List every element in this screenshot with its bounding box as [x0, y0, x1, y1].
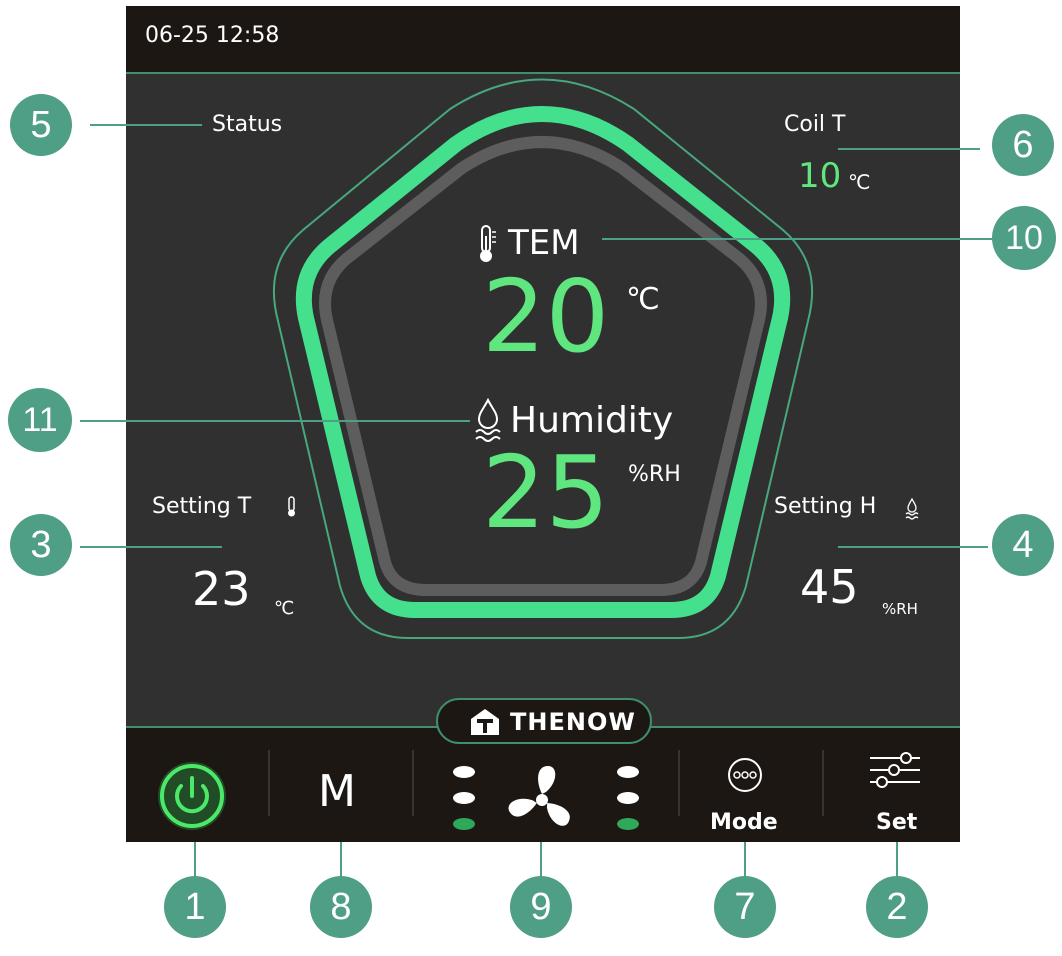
- callout-line-7: [744, 842, 746, 878]
- coil-temp-label: Coil T: [784, 112, 846, 137]
- callout-3: 3: [10, 514, 72, 576]
- humidity-small-icon: [905, 498, 919, 520]
- divider: [678, 750, 680, 816]
- callout-line-3: [80, 546, 222, 548]
- callout-9: 9: [510, 876, 572, 938]
- humidity-value: 25: [482, 434, 610, 551]
- coil-temp-value: 10: [798, 156, 842, 196]
- divider: [822, 750, 824, 816]
- temperature-unit: ℃: [626, 282, 660, 317]
- setting-humidity-value[interactable]: 45: [800, 560, 859, 614]
- device-screen: 06-25 12:58 Status Coil T 10 ℃ TEM 20 ℃ …: [126, 6, 960, 842]
- callout-4: 4: [992, 514, 1054, 576]
- callout-6: 6: [992, 114, 1054, 176]
- top-status-bar: 06-25 12:58: [126, 6, 960, 74]
- coil-temp-unit: ℃: [848, 170, 871, 194]
- status-label: Status: [212, 112, 283, 137]
- temperature-label: TEM: [508, 223, 580, 263]
- callout-1: 1: [164, 876, 226, 938]
- fan-speed-left-indicator: [453, 766, 475, 830]
- fan-speed-right-indicator: [617, 766, 639, 830]
- setting-temp-unit: ℃: [274, 598, 295, 619]
- brand-logo-icon: [471, 709, 499, 735]
- setting-temp-label: Setting T: [152, 494, 252, 519]
- callout-line-1: [194, 842, 196, 878]
- callout-line-8: [340, 842, 342, 878]
- callout-line-10: [602, 238, 1002, 240]
- divider: [412, 750, 414, 816]
- date-time: 06-25 12:58: [145, 23, 280, 48]
- power-button[interactable]: [152, 756, 232, 836]
- manual-mode-button[interactable]: M: [318, 766, 356, 817]
- fan-speed-control[interactable]: [442, 758, 652, 842]
- callout-line-4: [838, 546, 988, 548]
- brand-badge: THENOW: [436, 698, 652, 744]
- callout-5: 5: [10, 94, 72, 156]
- setting-humidity-unit: %RH: [882, 600, 918, 618]
- callout-7: 7: [714, 876, 776, 938]
- thermometer-small-icon: [288, 496, 295, 517]
- callout-line-2: [896, 842, 898, 878]
- callout-8: 8: [310, 876, 372, 938]
- fan-icon: [508, 766, 570, 826]
- mode-label: Mode: [710, 810, 778, 835]
- setting-temp-value[interactable]: 23: [192, 562, 251, 616]
- callout-line-9: [540, 842, 542, 878]
- temperature-value: 20: [482, 258, 610, 375]
- callout-10: 10: [992, 206, 1056, 270]
- divider: [268, 750, 270, 816]
- callout-11: 11: [8, 388, 72, 452]
- callout-2: 2: [866, 876, 928, 938]
- power-icon: [158, 762, 226, 830]
- settings-button[interactable]: Set: [852, 748, 938, 838]
- callout-line-11: [80, 420, 470, 422]
- mode-icon: [728, 758, 762, 792]
- callout-line-6: [838, 148, 980, 150]
- sliders-icon: [870, 752, 920, 788]
- brand-name: THENOW: [510, 708, 636, 736]
- set-label: Set: [876, 810, 918, 835]
- mode-button[interactable]: Mode: [702, 748, 788, 838]
- humidity-unit: %RH: [628, 462, 681, 487]
- callout-line-5: [90, 124, 202, 126]
- setting-humidity-label: Setting H: [774, 494, 877, 519]
